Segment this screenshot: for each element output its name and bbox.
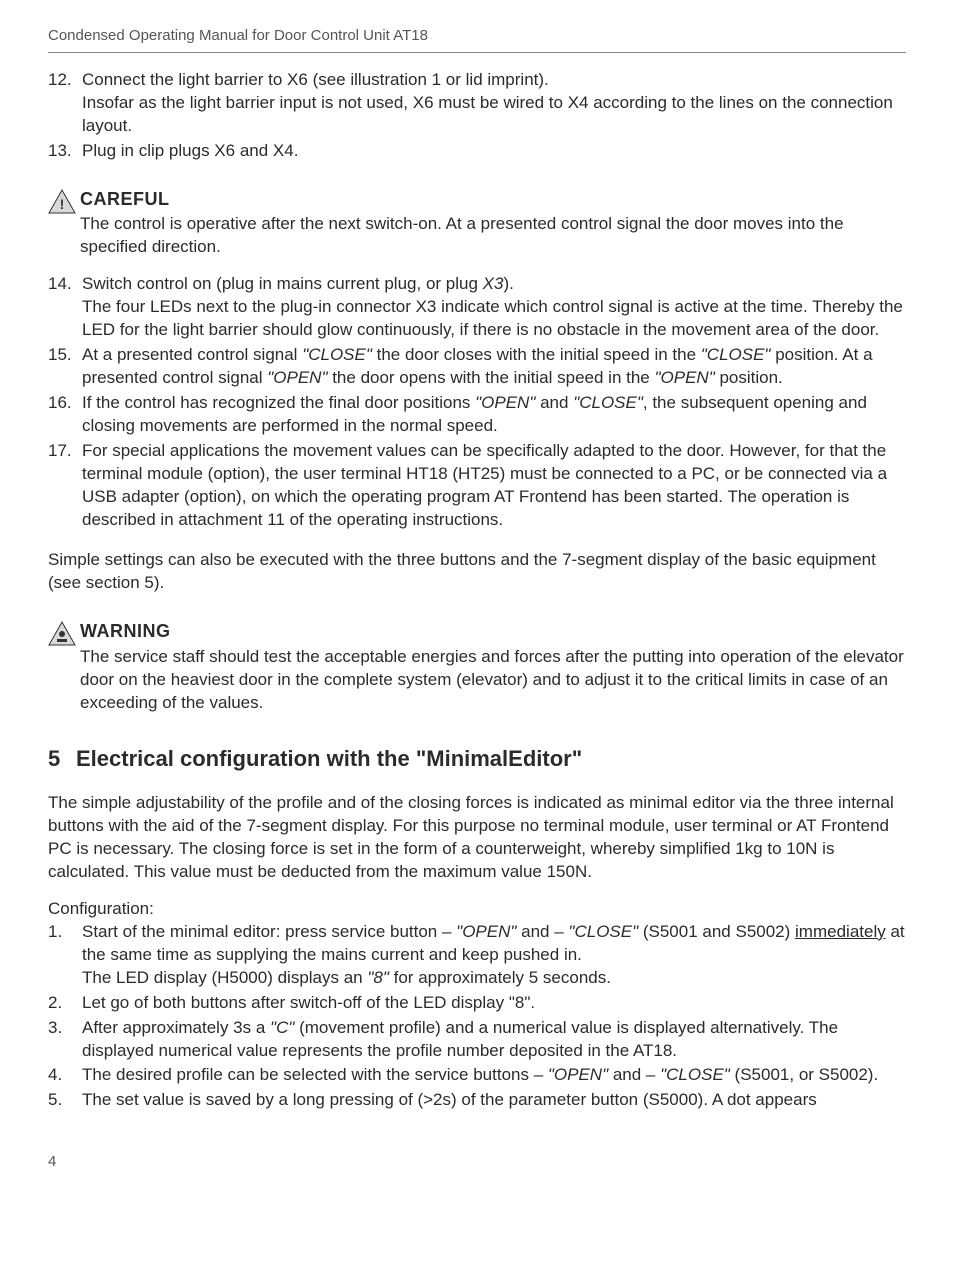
list-2: 14. Switch control on (plug in mains cur…: [48, 273, 906, 531]
simple-settings-paragraph: Simple settings can also be executed wit…: [48, 549, 906, 595]
section-number: 5: [48, 744, 76, 774]
careful-body: The control is operative after the next …: [80, 213, 906, 259]
item-text: Switch control on (plug in mains current…: [82, 273, 906, 342]
warning-icon: [48, 619, 80, 647]
item-text: For special applications the movement va…: [82, 440, 906, 532]
list-item: 1. Start of the minimal editor: press se…: [48, 921, 906, 990]
list-item: 16. If the control has recognized the fi…: [48, 392, 906, 438]
list-item: 4. The desired profile can be selected w…: [48, 1064, 906, 1087]
configuration-label: Configuration:: [48, 898, 906, 921]
svg-text:!: !: [60, 196, 65, 212]
item-number: 17.: [48, 440, 82, 532]
item-number: 16.: [48, 392, 82, 438]
list-item: 13. Plug in clip plugs X6 and X4.: [48, 140, 906, 163]
item-text: After approximately 3s a "C" (movement p…: [82, 1017, 906, 1063]
section-heading: 5 Electrical configuration with the "Min…: [48, 744, 906, 774]
item-text: Start of the minimal editor: press servi…: [82, 921, 906, 990]
item-text: At a presented control signal "CLOSE" th…: [82, 344, 906, 390]
list-3: 1. Start of the minimal editor: press se…: [48, 921, 906, 1113]
item-text: The set value is saved by a long pressin…: [82, 1089, 906, 1112]
item-number: 5.: [48, 1089, 82, 1112]
item-text: The desired profile can be selected with…: [82, 1064, 906, 1087]
careful-callout: ! CAREFUL The control is operative after…: [48, 187, 906, 259]
item-number: 13.: [48, 140, 82, 163]
warning-callout: WARNING The service staff should test th…: [48, 619, 906, 714]
item-text: Plug in clip plugs X6 and X4.: [82, 140, 906, 163]
section-title: Electrical configuration with the "Minim…: [76, 744, 582, 774]
item-number: 12.: [48, 69, 82, 138]
item-number: 14.: [48, 273, 82, 342]
page-number: 4: [48, 1152, 906, 1172]
list-item: 3. After approximately 3s a "C" (movemen…: [48, 1017, 906, 1063]
item-text: Let go of both buttons after switch-off …: [82, 992, 906, 1015]
intro-paragraph: The simple adjustability of the profile …: [48, 792, 906, 884]
item-number: 2.: [48, 992, 82, 1015]
page-header: Condensed Operating Manual for Door Cont…: [48, 26, 906, 53]
list-item: 14. Switch control on (plug in mains cur…: [48, 273, 906, 342]
list-item: 5. The set value is saved by a long pres…: [48, 1089, 906, 1112]
item-text: Connect the light barrier to X6 (see ill…: [82, 69, 906, 138]
list-item: 12. Connect the light barrier to X6 (see…: [48, 69, 906, 138]
list-item: 17. For special applications the movemen…: [48, 440, 906, 532]
item-text: If the control has recognized the final …: [82, 392, 906, 438]
list-1: 12. Connect the light barrier to X6 (see…: [48, 69, 906, 163]
item-number: 1.: [48, 921, 82, 990]
careful-title: CAREFUL: [80, 187, 906, 211]
warning-body: The service staff should test the accept…: [80, 646, 906, 715]
item-number: 4.: [48, 1064, 82, 1087]
item-number: 15.: [48, 344, 82, 390]
list-item: 2. Let go of both buttons after switch-o…: [48, 992, 906, 1015]
item-number: 3.: [48, 1017, 82, 1063]
caution-icon: !: [48, 187, 80, 215]
list-item: 15. At a presented control signal "CLOSE…: [48, 344, 906, 390]
warning-title: WARNING: [80, 619, 906, 643]
